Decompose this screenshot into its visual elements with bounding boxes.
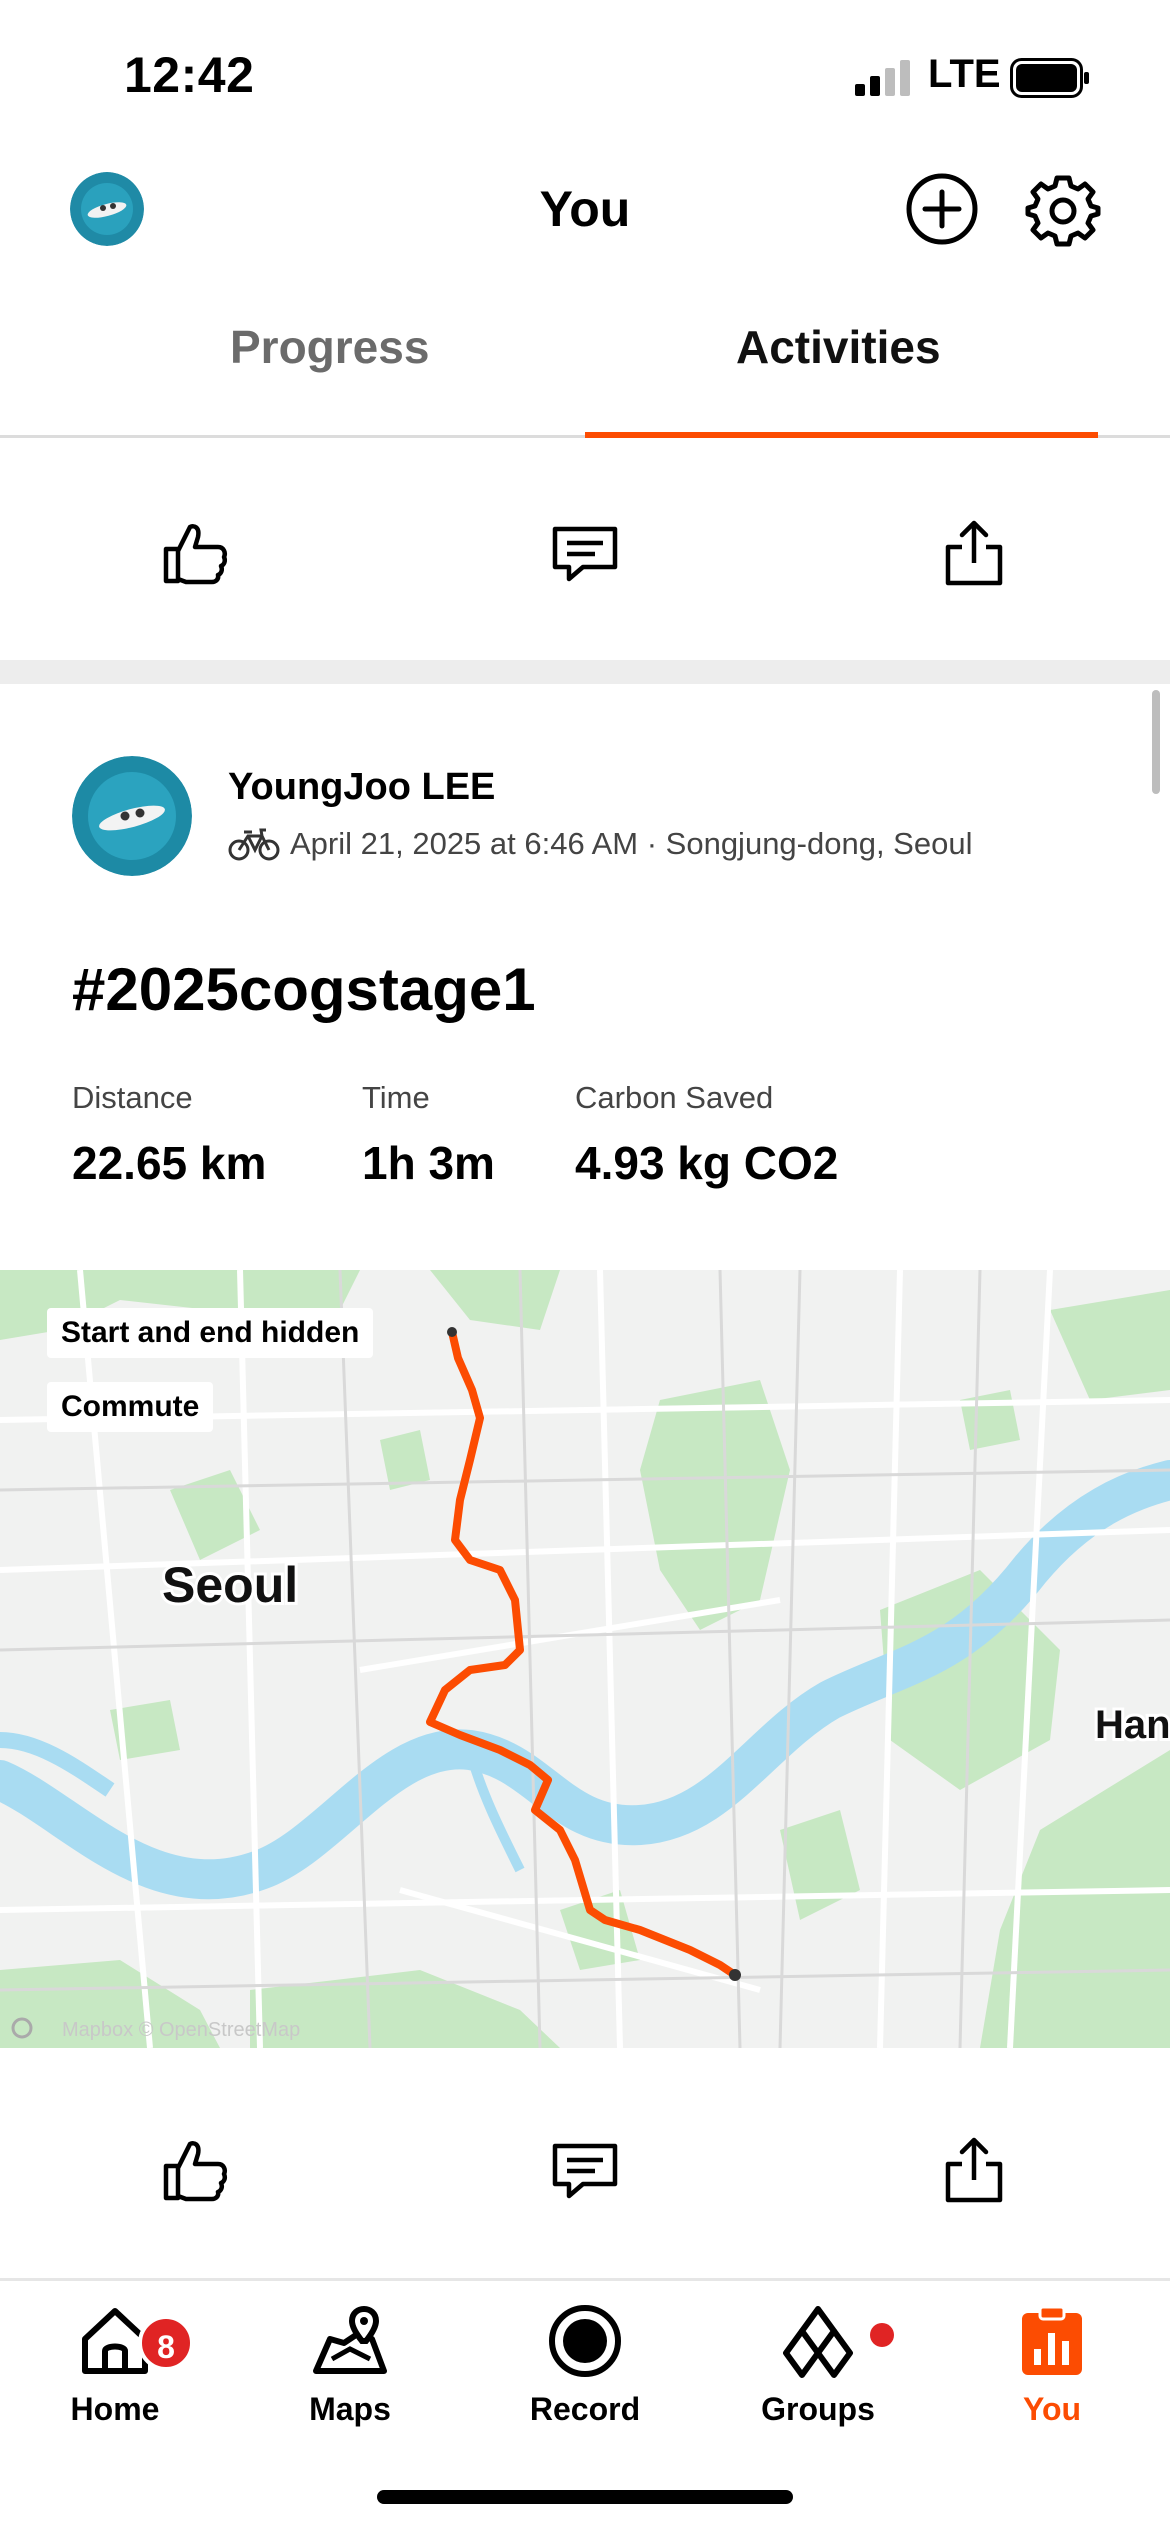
gear-icon[interactable] [1024,170,1102,248]
previous-activity-actions [0,483,1170,623]
bike-icon [228,828,280,861]
stat-value: 22.65 km [72,1137,267,1189]
activity-map[interactable]: Seoul Han Mapbox © OpenStreetMap Start a… [0,1270,1170,2048]
add-button[interactable] [903,170,981,248]
map-attribution: Mapbox © OpenStreetMap [62,2019,300,2041]
nav-label: Record [529,2391,641,2427]
share-icon[interactable] [938,517,1010,589]
nav-label: Home [70,2391,160,2427]
stat-label: Carbon Saved [575,1080,774,1115]
athlete-avatar[interactable] [72,756,192,876]
record-icon [549,2305,621,2377]
tab-activities[interactable]: Activities [736,320,941,374]
nav-label: Maps [309,2391,391,2427]
map-edge-label: Han [1095,1703,1170,1747]
status-bar: 12:42 LTE [0,0,1170,150]
activity-date-location: April 21, 2025 at 6:46 AM · Songjung-don… [290,826,973,861]
nav-maps[interactable]: Maps [255,2301,445,2441]
stat-value: 1h 3m [362,1137,495,1189]
top-nav: You [0,150,1170,270]
thumbs-up-icon[interactable] [158,2134,230,2206]
page-title: You [539,181,631,237]
tab-progress[interactable]: Progress [230,320,429,374]
stat-time: Time 1h 3m [362,1080,495,1190]
notification-badge: 8 [138,2315,194,2371]
stat-value: 4.93 kg CO2 [575,1137,839,1189]
stat-distance: Distance 22.65 km [72,1080,266,1190]
you-icon [1022,2305,1082,2375]
share-icon[interactable] [938,2134,1010,2206]
nav-label: Groups [761,2391,875,2427]
avatar-image [72,756,192,876]
activity-actions [0,2100,1170,2240]
feed-divider [0,660,1170,684]
map-city-label: Seoul [162,1557,298,1613]
thumbs-up-icon[interactable] [158,517,230,589]
maps-icon [313,2305,387,2374]
nav-you[interactable]: You [957,2301,1147,2441]
stat-label: Distance [72,1080,193,1115]
commute-tag: Commute [47,1382,214,1432]
profile-tabs: Progress Activities [0,280,1170,438]
cellular-signal-icon [855,60,910,96]
nav-label: You [1022,2391,1082,2427]
nav-home[interactable]: 8 Home [20,2301,210,2441]
active-tab-indicator [585,432,1098,438]
battery-icon [1010,58,1089,98]
status-time: 12:42 [124,47,255,103]
network-type: LTE [928,52,1001,96]
stat-carbon-saved: Carbon Saved 4.93 kg CO2 [575,1080,838,1190]
unread-dot [870,2323,894,2347]
nav-record[interactable]: Record [490,2301,680,2441]
start-end-hidden-tag: Start and end hidden [47,1308,374,1358]
comment-icon[interactable] [549,2134,621,2206]
activity-meta: April 21, 2025 at 6:46 AM · Songjung-don… [228,826,972,862]
activity-header: YoungJoo LEE April 21, 2025 at 6:46 AM ·… [0,730,1170,880]
comment-icon[interactable] [549,517,621,589]
home-indicator[interactable] [377,2490,793,2504]
nav-groups[interactable]: Groups [723,2301,913,2441]
activity-title[interactable]: #2025cogstage1 [72,955,536,1024]
groups-icon [783,2306,853,2378]
activity-stats: Distance 22.65 km Time 1h 3m Carbon Save… [72,1080,1122,1200]
stat-label: Time [362,1080,430,1115]
athlete-name[interactable]: YoungJoo LEE [228,766,495,809]
